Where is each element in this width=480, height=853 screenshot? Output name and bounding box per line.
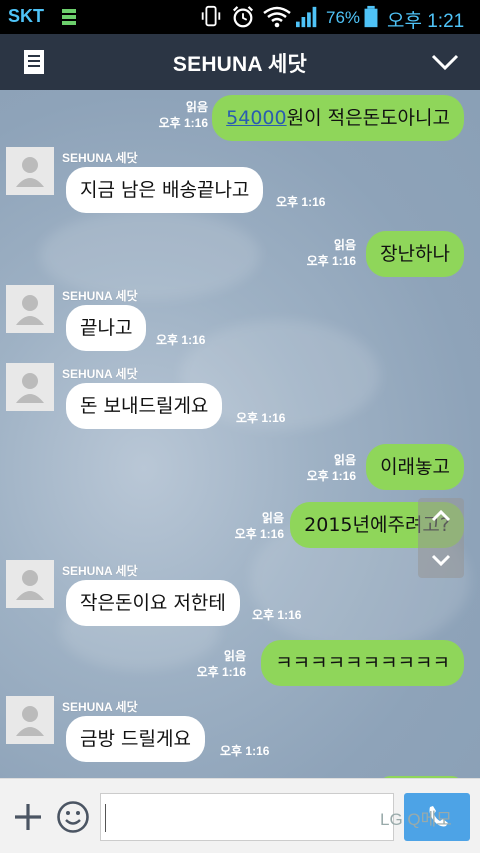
message-meta: 읽음 오후 1:16 (128, 99, 208, 131)
message-text: 금방 드릴게요 (80, 728, 191, 750)
outgoing-bubble[interactable]: ㅋㅋㅋㅋㅋㅋㅋㅋㅋㅋ (261, 640, 464, 686)
wifi-icon (263, 6, 291, 28)
alarm-icon (232, 6, 254, 28)
message-text: 이래놓고 (380, 456, 450, 478)
message-time: 오후 1:16 (306, 254, 356, 268)
avatar[interactable] (6, 147, 54, 195)
message-time: 오후 1:16 (306, 469, 356, 483)
message-row: SEHUNA 세닷 금방 드릴게요 오후 1:16 (0, 696, 480, 768)
message-meta: 읽음 오후 1:16 (276, 237, 356, 269)
plus-icon[interactable] (12, 801, 44, 833)
sender-name: SEHUNA 세닷 (62, 289, 138, 303)
message-time: 오후 1:16 (156, 333, 206, 347)
outgoing-bubble[interactable]: 54000원이 적은돈도아니고 (212, 95, 464, 141)
chevron-down-icon[interactable] (430, 50, 460, 74)
chat-header: SEHUNA 세닷 (0, 34, 480, 90)
default-avatar-icon (16, 295, 44, 325)
message-row: SEHUNA 세닷 지금 남은 배송끝나고 오후 1:16 (0, 147, 480, 219)
incoming-bubble[interactable]: 끝나고 (66, 305, 147, 351)
sender-name: SEHUNA 세닷 (62, 700, 138, 714)
watermark-label: LG Q메모 (380, 810, 452, 829)
message-meta: 읽음 오후 1:16 (276, 452, 356, 484)
message-text: 끝나고 (80, 317, 133, 339)
message-list[interactable]: 읽음 오후 1:16 54000원이 적은돈도아니고 SEHUNA 세닷 지금 … (0, 90, 480, 778)
message-meta: 읽음 오후 1:16 (204, 510, 284, 542)
message-time: 오후 1:16 (252, 608, 302, 622)
avatar[interactable] (6, 560, 54, 608)
message-text: 장난하나 (380, 243, 450, 265)
sender-name: SEHUNA 세닷 (62, 367, 138, 381)
incoming-bubble[interactable]: 지금 남은 배송끝나고 (66, 167, 264, 213)
default-avatar-icon (16, 570, 44, 600)
avatar[interactable] (6, 363, 54, 411)
message-text: 지금 남은 배송끝나고 (80, 179, 250, 201)
outgoing-bubble[interactable]: 이래놓고 (366, 444, 464, 490)
read-receipt: 읽음 (223, 649, 246, 663)
scroll-handle[interactable] (418, 498, 464, 578)
default-avatar-icon (16, 157, 44, 187)
read-receipt: 읽음 (261, 511, 284, 525)
carrier-label: SKT (8, 6, 44, 26)
message-text: 돈 보내드릴게요 (80, 395, 209, 417)
amount-link[interactable]: 54000 (226, 107, 286, 129)
read-receipt: 읽음 (185, 100, 208, 114)
incoming-bubble[interactable]: 작은돈이요 저한테 (66, 580, 240, 626)
message-text: 작은돈이요 저한테 (80, 592, 226, 614)
message-row: SEHUNA 세닷 작은돈이요 저한테 오후 1:16 (0, 560, 480, 632)
avatar[interactable] (6, 696, 54, 744)
message-row: 읽음 오후 1:16 이래놓고 (0, 444, 480, 494)
avatar[interactable] (6, 285, 54, 333)
read-receipt: 읽음 (333, 453, 356, 467)
message-time: 오후 1:16 (158, 116, 208, 130)
message-time: 오후 1:16 (276, 195, 326, 209)
outgoing-bubble[interactable]: 장난하나 (366, 231, 464, 277)
incoming-bubble[interactable]: 금방 드릴게요 (66, 716, 205, 762)
scroll-arrows-icon (431, 509, 451, 567)
chat-title: SEHUNA 세닷 (172, 53, 308, 76)
read-receipt: 읽음 (333, 238, 356, 252)
sender-name: SEHUNA 세닷 (62, 564, 138, 578)
message-time: 오후 1:16 (234, 527, 284, 541)
storage-icon (62, 9, 76, 25)
input-bar: LG Q메모 (0, 778, 480, 853)
message-row: 읽음 오후 1:16 장난하나 (0, 231, 480, 281)
status-bar: SKT 76% 오후 1:21 (0, 0, 480, 34)
message-text: ㅋㅋㅋㅋㅋㅋㅋㅋㅋㅋ (275, 652, 450, 674)
chat-screen: SKT 76% 오후 1:21 SEHUNA 세닷 읽음 오후 1:16 540… (0, 0, 480, 853)
sender-name: SEHUNA 세닷 (62, 151, 138, 165)
message-row: SEHUNA 세닷 끝나고 오후 1:16 (0, 285, 480, 357)
battery-percentage: 76% (326, 8, 361, 27)
message-time: 오후 1:16 (196, 665, 246, 679)
message-row: 읽음 오후 1:16 2015년에주려고? (0, 502, 480, 552)
message-row: 읽음 오후 1:16 ㅋㅋㅋㅋㅋㅋㅋㅋㅋㅋ (0, 640, 480, 690)
status-clock: 오후 1:21 (387, 11, 465, 32)
message-input[interactable] (100, 793, 394, 841)
message-text: 원이 적은돈도아니고 (286, 107, 450, 129)
signal-icon (296, 6, 317, 28)
incoming-bubble[interactable]: 돈 보내드릴게요 (66, 383, 223, 429)
battery-icon (364, 5, 378, 28)
default-avatar-icon (16, 706, 44, 736)
emoji-icon[interactable] (56, 800, 90, 834)
message-time: 오후 1:16 (236, 411, 286, 425)
text-cursor (105, 804, 106, 832)
vibrate-icon (201, 5, 221, 27)
message-meta: 읽음 오후 1:16 (166, 648, 246, 680)
message-row: SEHUNA 세닷 돈 보내드릴게요 오후 1:16 (0, 363, 480, 435)
message-time: 오후 1:16 (220, 744, 270, 758)
default-avatar-icon (16, 373, 44, 403)
message-row: 읽음 오후 1:16 54000원이 적은돈도아니고 (0, 93, 480, 143)
